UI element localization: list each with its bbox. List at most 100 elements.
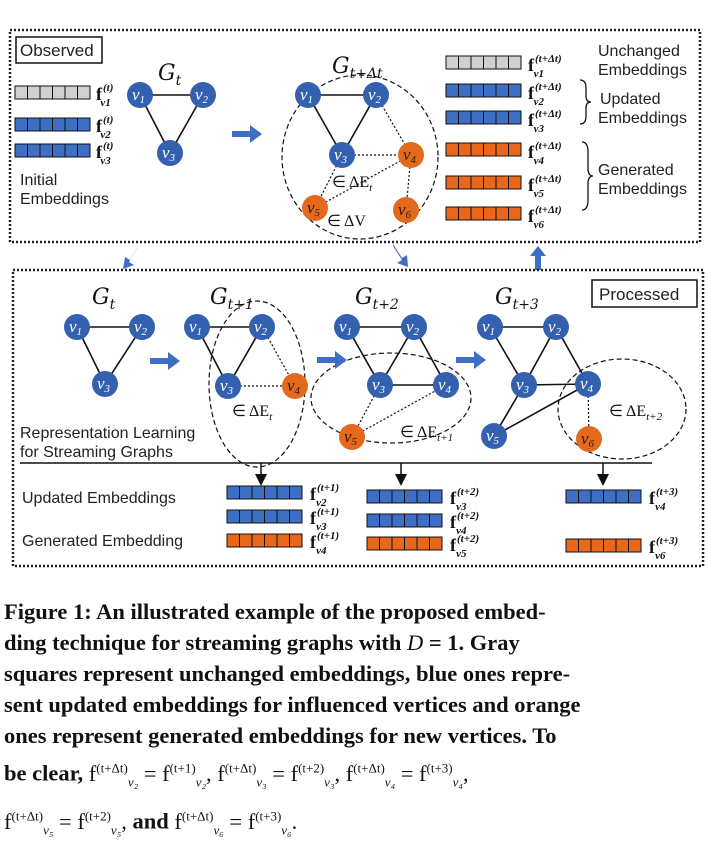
- embedding-symbol: f(t+Δt) v5: [528, 173, 562, 200]
- embedding-v4-t+3: [565, 489, 642, 504]
- node-v2: v2: [401, 314, 427, 340]
- caption-line-6: be clear, f(t+Δt)v₂ = f(t+1)v₂, f(t+Δt)v…: [4, 760, 469, 789]
- embedding-cell: [578, 489, 592, 504]
- figure-caption: Figure 1: An illustrated example of the …: [4, 596, 708, 847]
- embedding-cell: [391, 513, 405, 528]
- embedding-cell: [416, 489, 430, 504]
- embedding-cell: [52, 117, 66, 132]
- embedding-cell: [483, 206, 497, 221]
- embedding-cell: [289, 509, 303, 524]
- brace-generated: [581, 141, 594, 211]
- embedding-cell: [239, 509, 253, 524]
- arrow-down-right-icon: [393, 244, 408, 267]
- node-v2: v2: [190, 82, 216, 108]
- embedding-cell: [264, 485, 278, 500]
- embedding-v2-t+1: [226, 485, 303, 500]
- embedding-cell: [445, 55, 459, 70]
- embedding-symbol: f(t+3) v4: [649, 486, 678, 513]
- embedding-v4-t+2: [366, 513, 443, 528]
- embedding-cell: [508, 83, 522, 98]
- embedding-symbol: f(t+2) v5: [450, 533, 479, 560]
- node-v6: v6: [393, 197, 419, 223]
- embedding-cell: [470, 83, 484, 98]
- node-v3: v3: [511, 372, 537, 398]
- embedding-cell: [416, 513, 430, 528]
- embedding-cell: [445, 142, 459, 157]
- node-v1: v1: [477, 314, 503, 340]
- graph-title: Gt: [158, 61, 182, 89]
- embedding-cell: [628, 489, 642, 504]
- embedding-cell: [14, 85, 28, 100]
- embedding-cell: [276, 533, 290, 548]
- embedding-v4-t+1: [226, 533, 303, 548]
- node-v2: v2: [363, 82, 389, 108]
- arrow-right-icon-4: [456, 351, 486, 369]
- edge: [493, 383, 589, 437]
- embedding-symbol: f(t+Δt) v3: [528, 108, 562, 135]
- node-v2: v2: [543, 314, 569, 340]
- figure-diagram: Observed f(t) v1 f(t) v2f(t) v3 Initial Embe…: [8, 28, 705, 568]
- arrow-up-icon: [530, 246, 546, 270]
- embedding-cell: [239, 533, 253, 548]
- delta-e-t-annotation: ∈ ΔEt: [232, 403, 273, 423]
- embedding-cell: [239, 485, 253, 500]
- graph-g4: v1 v2 v3 v4 v5: [334, 314, 459, 450]
- embedding-cell: [366, 513, 380, 528]
- embedding-v5: [445, 175, 522, 190]
- embedding-cell: [251, 485, 265, 500]
- node-v3: v3: [367, 372, 393, 398]
- initial-embeddings-label-2: Embeddings: [20, 191, 109, 208]
- embedding-v3-t+2: [366, 489, 443, 504]
- embedding-symbol: f(t+Δt) v2: [528, 81, 562, 108]
- node-v4: v4: [282, 373, 308, 399]
- updated-embeddings-row-label: Updated Embeddings: [22, 490, 176, 507]
- embedding-v5-t+2: [366, 536, 443, 551]
- caption-line-4: sent updated embeddings for influenced v…: [4, 692, 581, 717]
- embedding-cell: [39, 85, 53, 100]
- embedding-cell: [458, 206, 472, 221]
- generated-label-2: Embeddings: [598, 181, 687, 198]
- embedding-cell: [366, 536, 380, 551]
- embedding-cell: [251, 533, 265, 548]
- processed-embeddings: f(t+1) v2f(t+1) v3f(t+1) v4f(t+2) v3f(t+2) v4…: [226, 482, 678, 562]
- embedding-cell: [64, 85, 78, 100]
- caption-line-1: Figure 1: An illustrated example of the …: [4, 599, 546, 624]
- caption-line-5: ones represent generated embeddings for …: [4, 723, 557, 748]
- embedding-cell: [495, 206, 509, 221]
- embedding-cell: [603, 538, 617, 553]
- embedding-cell: [483, 175, 497, 190]
- node-v4: v4: [433, 372, 459, 398]
- embedding-cell: [615, 489, 629, 504]
- embedding-cell: [483, 55, 497, 70]
- embedding-cell: [445, 206, 459, 221]
- embedding-cell: [603, 489, 617, 504]
- embedding-cell: [251, 509, 265, 524]
- node-v3: v3: [329, 142, 355, 168]
- embedding-v1: [445, 55, 522, 70]
- node-v1: v1: [334, 314, 360, 340]
- caption-line-7: f(t+Δt)v₅ = f(t+2)v₅, and f(t+Δt)v₆ = f(…: [4, 808, 298, 837]
- embedding-cell: [276, 485, 290, 500]
- embedding-symbol: f(t+Δt) v6: [528, 204, 562, 231]
- graph-g-t-observed: Gt: [158, 61, 182, 89]
- graph-title-t1: Gt+1: [210, 285, 254, 313]
- initial-embeddings-label-1: Initial: [20, 172, 57, 189]
- embedding-cell: [495, 110, 509, 125]
- embedding-cell: [458, 110, 472, 125]
- embedding-cell: [458, 175, 472, 190]
- generated-embedding-row-label: Generated Embedding: [22, 533, 183, 550]
- embedding-cell: [391, 489, 405, 504]
- embedding-cell: [77, 143, 91, 158]
- node-v3: v3: [215, 373, 241, 399]
- embedding-cell: [52, 85, 66, 100]
- embedding-symbol: f(t) v2: [96, 114, 113, 141]
- embedding-cell: [289, 533, 303, 548]
- updated-label-1: Updated: [600, 91, 661, 108]
- arrow-right-icon-3: [317, 351, 347, 369]
- embedding-cell: [628, 538, 642, 553]
- embedding-cell: [470, 175, 484, 190]
- embedding-cell: [508, 175, 522, 190]
- embedding-cell: [470, 142, 484, 157]
- arrow-right-icon-2: [150, 352, 180, 370]
- delta-e-t1-annotation: ∈ ΔEt+1: [400, 424, 453, 444]
